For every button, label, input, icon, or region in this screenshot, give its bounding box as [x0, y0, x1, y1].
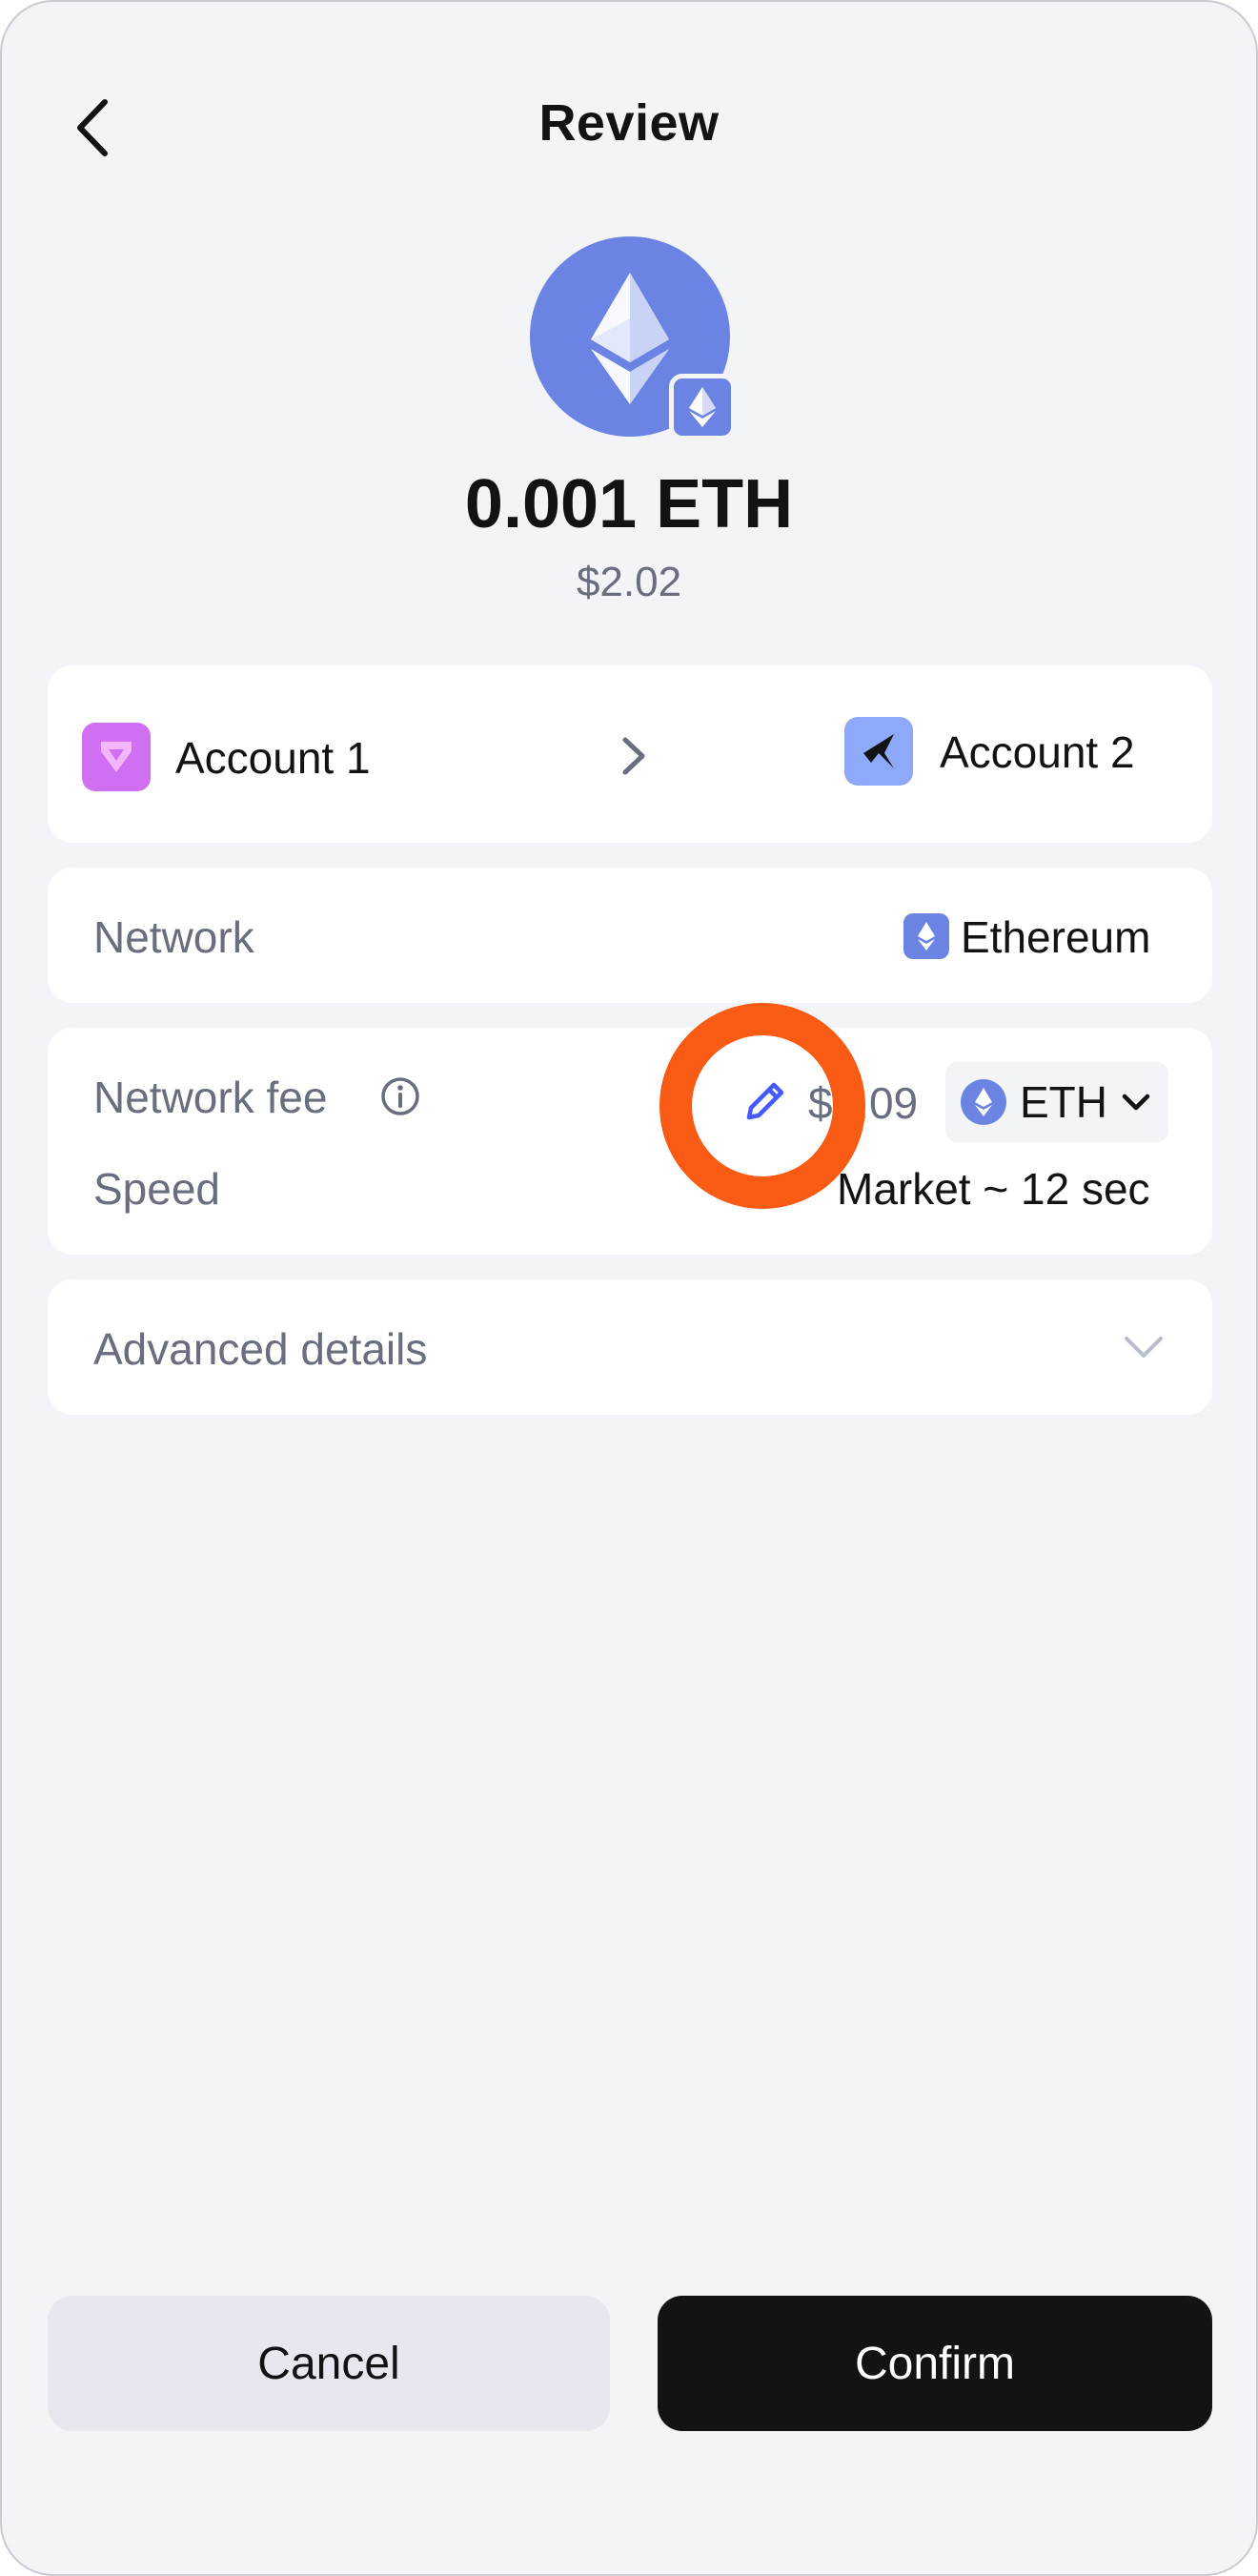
token-amount: 0.001 ETH — [464, 466, 794, 542]
network-label: Network — [93, 912, 254, 962]
page-title: Review — [538, 94, 720, 152]
edit-fee-icon[interactable] — [741, 1077, 789, 1125]
to-account-label: Account 2 — [940, 727, 1135, 777]
network-badge — [669, 374, 736, 440]
cancel-button[interactable]: Cancel — [48, 2296, 610, 2431]
fee-token-label: ETH — [1020, 1077, 1107, 1127]
account-2-avatar — [844, 717, 913, 786]
review-screen: Review 0.001 ETH $2.02 Account 1 Account… — [0, 0, 1258, 2576]
network-fee-label: Network fee — [93, 1073, 328, 1122]
account-avatar-icon — [101, 742, 132, 772]
fiat-amount: $2.02 — [576, 559, 682, 605]
ethereum-icon — [918, 922, 935, 951]
network-fee-amount: $0.09 — [808, 1078, 919, 1128]
arrow-right-icon — [614, 732, 652, 780]
chevron-down-icon — [1122, 1094, 1150, 1111]
account-avatar-icon — [863, 734, 894, 768]
info-icon[interactable] — [379, 1075, 421, 1117]
advanced-details-label: Advanced details — [93, 1324, 428, 1374]
chevron-down-icon — [1123, 1333, 1165, 1361]
ethereum-icon — [961, 1079, 1006, 1125]
from-account-label: Account 1 — [175, 733, 371, 783]
fee-token-selector[interactable]: ETH — [945, 1062, 1168, 1142]
confirm-button[interactable]: Confirm — [658, 2296, 1212, 2431]
account-1-avatar — [82, 723, 151, 791]
speed-value: Market ~ 12 sec — [837, 1164, 1150, 1214]
ethereum-icon — [689, 387, 716, 427]
network-value: Ethereum — [961, 912, 1151, 962]
speed-label: Speed — [93, 1164, 221, 1214]
ethereum-network-icon — [903, 913, 949, 959]
